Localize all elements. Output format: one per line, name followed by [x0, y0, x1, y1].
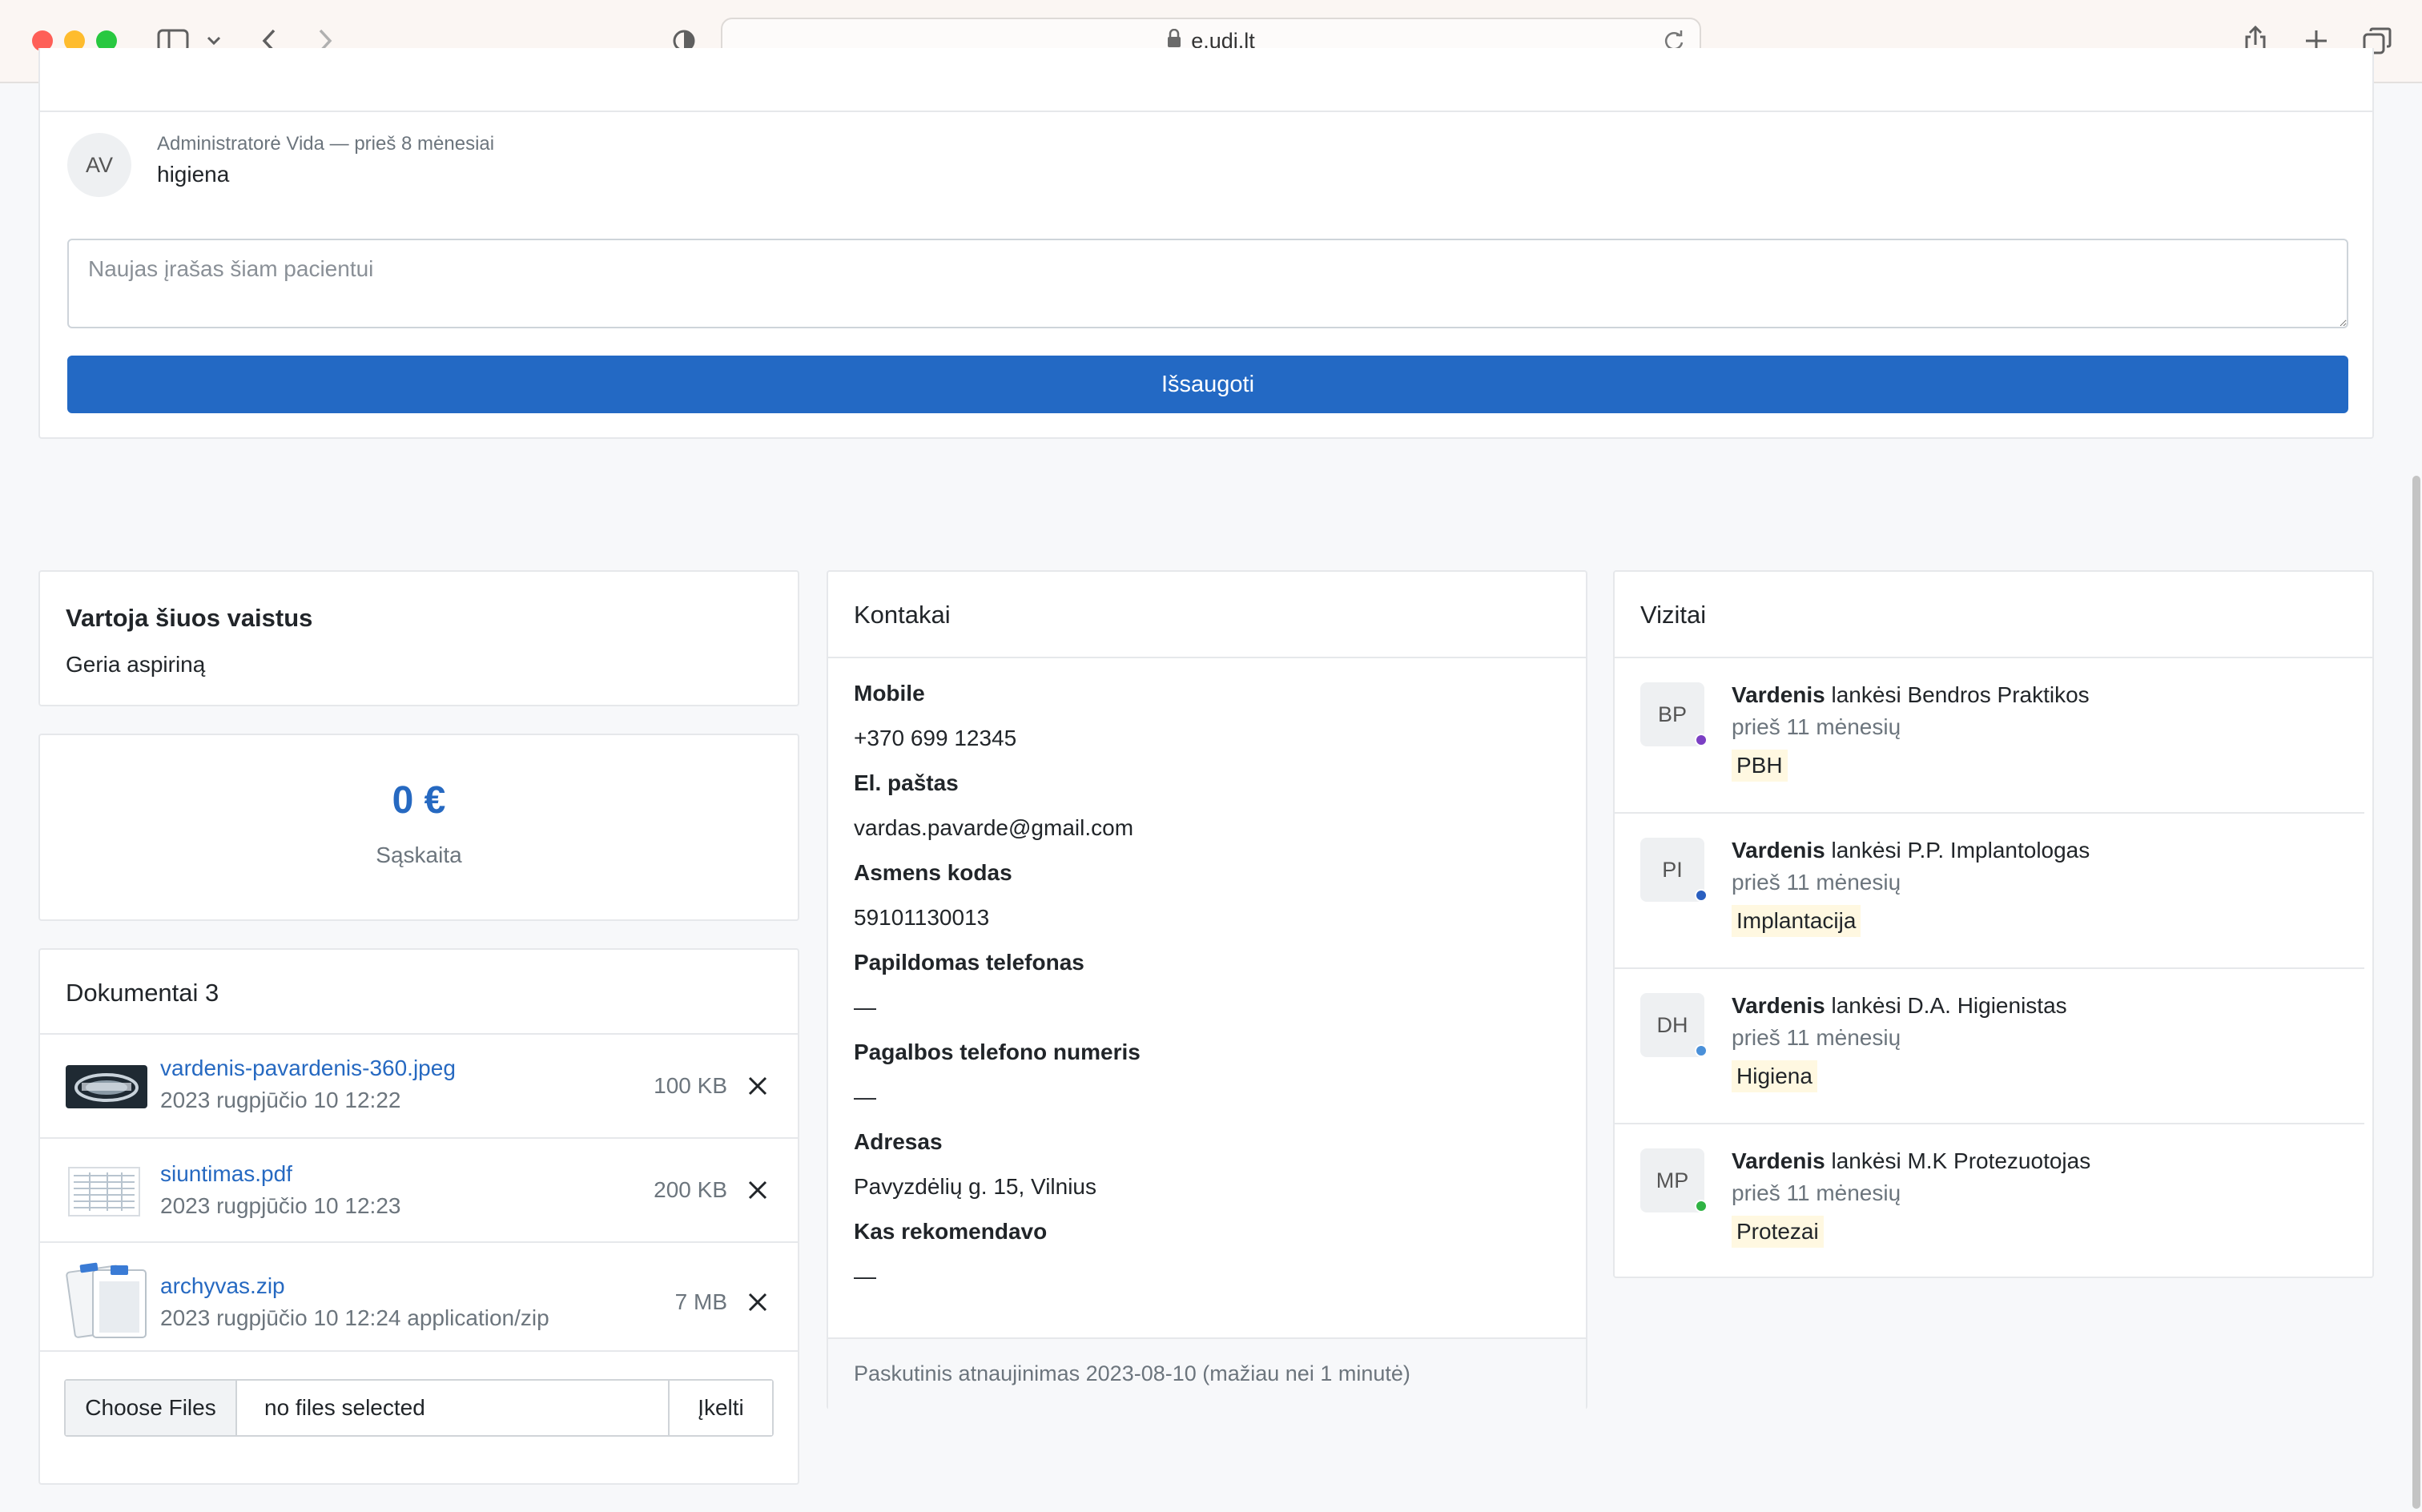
contact-label: Papildomas telefonas — [854, 950, 1084, 975]
divider — [1615, 967, 2364, 969]
xray-thumbnail-icon[interactable] — [66, 1065, 147, 1112]
save-button[interactable]: Išsaugoti — [67, 356, 2348, 413]
document-size: 200 KB — [654, 1177, 727, 1202]
visit-item[interactable]: PI Vardenis lankėsi P.P. Implantologas p… — [1615, 838, 2372, 993]
balance-amount: 0 € — [392, 779, 446, 822]
visits-title: Vizitai — [1640, 601, 1707, 629]
visit-action: lankėsi Bendros Praktikos — [1831, 682, 2090, 707]
visit-action: lankėsi M.K Protezuotojas — [1831, 1148, 2091, 1173]
contact-label: Kas rekomendavo — [854, 1219, 1048, 1244]
notes-card: AV Administratorė Vida — prieš 8 mėnesia… — [38, 48, 2374, 439]
last-updated-text: Paskutinis atnaujinimas 2023-08-10 (maži… — [854, 1361, 1410, 1385]
documents-title: Dokumentai 3 — [66, 979, 219, 1007]
document-link[interactable]: vardenis-pavardenis-360.jpeg — [160, 1056, 456, 1081]
visit-tag: PBH — [1732, 750, 1788, 782]
contact-value: — — [854, 995, 876, 1019]
patient-name: Vardenis — [1732, 838, 1825, 863]
close-icon[interactable] — [745, 1289, 770, 1315]
mobile-phone-link[interactable]: +370 699 12345 — [854, 726, 1016, 751]
visits-card: Vizitai BP Vardenis lankėsi Bendros Prak… — [1613, 570, 2374, 1278]
contact-value: 59101130013 — [854, 905, 990, 930]
choose-files-button[interactable]: Choose Files — [66, 1381, 237, 1435]
upload-section: Choose Files no files selected Įkelti — [40, 1350, 798, 1437]
visit-summary: Vardenis lankėsi D.A. Higienistas — [1732, 993, 2067, 1019]
contact-value: — — [854, 1084, 876, 1109]
contacts-card: Kontakai Mobile +370 699 12345 El. pašta… — [827, 570, 1587, 1409]
contacts-footer: Paskutinis atnaujinimas 2023-08-10 (maži… — [828, 1337, 1586, 1409]
patient-name: Vardenis — [1732, 1148, 1825, 1173]
patient-name: Vardenis — [1732, 682, 1825, 707]
medications-title: Vartoja šiuos vaistus — [66, 604, 313, 632]
file-status: no files selected — [264, 1395, 425, 1420]
contact-value: vardas.pavarde@gmail.com — [854, 815, 1134, 840]
contacts-title: Kontakai — [854, 601, 951, 629]
visit-summary: Vardenis lankėsi Bendros Praktikos — [1732, 682, 2090, 708]
visit-time: prieš 11 mėnesių — [1732, 1025, 1901, 1050]
document-row: archyvas.zip 2023 rugpjūčio 10 12:24 app… — [40, 1241, 798, 1350]
note-meta: Administratorė Vida — prieš 8 mėnesiai — [157, 133, 495, 155]
document-date: 2023 rugpjūčio 10 12:22 — [160, 1088, 401, 1112]
medications-text: Geria aspiriną — [66, 652, 206, 677]
document-size: 7 MB — [674, 1289, 727, 1314]
visit-time: prieš 11 mėnesių — [1732, 870, 1901, 895]
document-link[interactable]: archyvas.zip — [160, 1273, 285, 1299]
visit-time: prieš 11 mėnesių — [1732, 1180, 1901, 1205]
visit-item[interactable]: BP Vardenis lankėsi Bendros Praktikos pr… — [1615, 682, 2372, 838]
avatar: AV — [67, 133, 131, 197]
divider — [1615, 812, 2364, 814]
visit-summary: Vardenis lankėsi M.K Protezuotojas — [1732, 1148, 2090, 1174]
contact-label: Mobile — [854, 681, 925, 706]
contact-label: Pagalbos telefono numeris — [854, 1040, 1141, 1064]
visit-time: prieš 11 mėnesių — [1732, 714, 1901, 739]
upload-button[interactable]: Įkelti — [668, 1381, 772, 1435]
divider — [1615, 657, 2372, 658]
file-upload-group: Choose Files no files selected Įkelti — [64, 1379, 774, 1437]
status-dot — [1695, 889, 1708, 902]
contact-value: Pavyzdėlių g. 15, Vilnius — [854, 1174, 1096, 1199]
contact-label: Adresas — [854, 1129, 943, 1154]
document-link[interactable]: siuntimas.pdf — [160, 1161, 292, 1187]
visit-tag: Protezai — [1732, 1216, 1824, 1248]
document-date: 2023 rugpjūčio 10 12:24 application/zip — [160, 1305, 549, 1330]
patient-name: Vardenis — [1732, 993, 1825, 1018]
visit-tag: Higiena — [1732, 1060, 1817, 1092]
page-scrollbar[interactable] — [2411, 83, 2422, 1512]
document-row: siuntimas.pdf 2023 rugpjūčio 10 12:23 20… — [40, 1137, 798, 1241]
balance-card: 0 € Sąskaita — [38, 734, 799, 921]
status-dot — [1695, 734, 1708, 746]
close-icon[interactable] — [745, 1177, 770, 1203]
visit-action: lankėsi D.A. Higienistas — [1831, 993, 2067, 1018]
divider — [828, 657, 1586, 658]
document-thumbnail-icon[interactable] — [66, 1166, 143, 1221]
scrollbar-thumb[interactable] — [2412, 476, 2420, 1509]
status-dot — [1695, 1200, 1708, 1212]
archive-icon[interactable] — [66, 1259, 149, 1343]
document-size: 100 KB — [654, 1073, 727, 1098]
documents-card: Dokumentai 3 vardenis-pavardenis-360.jpe… — [38, 948, 799, 1485]
new-note-input[interactable] — [67, 239, 2348, 328]
medications-card: Vartoja šiuos vaistus Geria aspiriną — [38, 570, 799, 706]
document-date: 2023 rugpjūčio 10 12:23 — [160, 1193, 401, 1218]
status-dot — [1695, 1044, 1708, 1057]
document-row: vardenis-pavardenis-360.jpeg 2023 rugpjū… — [40, 1033, 798, 1137]
visit-tag: Implantacija — [1732, 905, 1861, 937]
visit-item[interactable]: MP Vardenis lankėsi M.K Protezuotojas pr… — [1615, 1148, 2372, 1304]
divider — [1615, 1123, 2364, 1124]
divider — [40, 111, 2372, 112]
visit-action: lankėsi P.P. Implantologas — [1831, 838, 2090, 863]
visit-summary: Vardenis lankėsi P.P. Implantologas — [1732, 838, 2090, 863]
close-icon[interactable] — [745, 1073, 770, 1099]
contact-label: Asmens kodas — [854, 860, 1012, 885]
note-text: higiena — [157, 162, 230, 187]
contact-value: — — [854, 1264, 876, 1289]
balance-label: Sąskaita — [376, 842, 462, 867]
contact-label: El. paštas — [854, 770, 959, 795]
visit-item[interactable]: DH Vardenis lankėsi D.A. Higienistas pri… — [1615, 993, 2372, 1148]
